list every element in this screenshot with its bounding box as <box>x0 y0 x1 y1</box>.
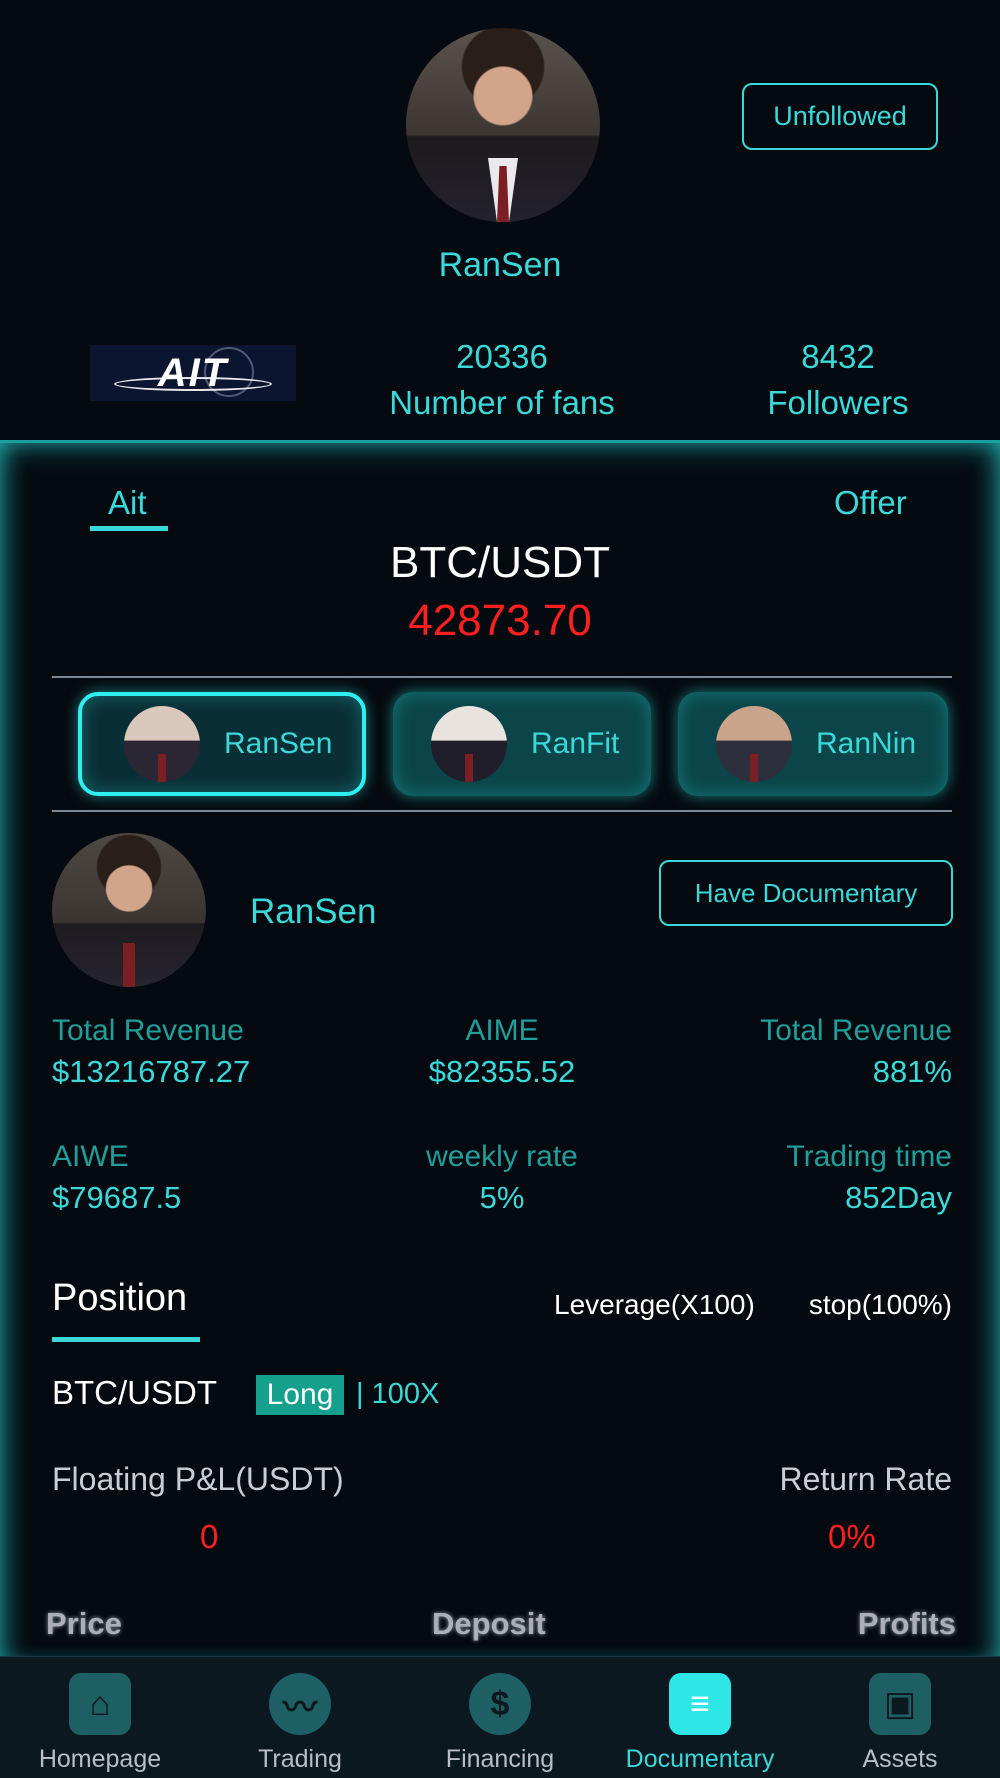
tab-ait[interactable]: Ait <box>108 484 147 522</box>
followers-count: 8432 <box>801 338 875 375</box>
stat-weekly-rate: weekly rate 5% <box>360 1140 644 1216</box>
wallet-icon: ▣ <box>869 1673 931 1735</box>
nav-label: Homepage <box>38 1745 162 1773</box>
trader-detail-avatar <box>52 833 206 987</box>
stat-label: AIWE <box>52 1140 129 1173</box>
stat-total-revenue-rate: Total Revenue 881% <box>760 1014 952 1090</box>
tab-active-indicator <box>90 526 168 531</box>
stat-value: 852Day <box>845 1180 952 1215</box>
followers-label: Followers <box>767 384 909 421</box>
tab-offer[interactable]: Offer <box>834 484 907 522</box>
position-tab-indicator <box>52 1337 200 1342</box>
floating-pl-value: 0 <box>200 1518 219 1555</box>
stat-total-revenue: Total Revenue $13216787.27 <box>52 1014 250 1090</box>
trader-name: RanSen <box>224 727 333 760</box>
trader-card-rannin[interactable]: RanNin <box>678 692 948 796</box>
stat-value: 881% <box>872 1054 952 1089</box>
stat-value: $82355.52 <box>428 1054 576 1089</box>
leverage-label: Leverage(X100) <box>554 1289 755 1320</box>
ticker-pair: BTC/USDT <box>390 538 610 587</box>
stat-value: $13216787.27 <box>52 1054 251 1089</box>
unfollow-button[interactable]: Unfollowed <box>742 83 938 150</box>
position-pair: BTC/USDT <box>52 1374 217 1411</box>
stat-label: Total Revenue <box>760 1014 952 1047</box>
trader-detail-name: RanSen <box>250 892 377 931</box>
divider <box>52 810 952 812</box>
column-deposit: Deposit <box>432 1606 546 1641</box>
return-rate-label: Return Rate <box>779 1461 952 1497</box>
trader-avatar <box>716 706 792 782</box>
stat-aiwe: AIWE $79687.5 <box>52 1140 181 1216</box>
nav-homepage[interactable]: ⌂ Homepage <box>0 1657 200 1778</box>
ticker-price: 42873.70 <box>408 596 592 645</box>
financing-icon: $ <box>469 1673 531 1735</box>
fans-stat: 20336 Number of fans <box>360 334 644 426</box>
nav-label: Financing <box>445 1745 555 1773</box>
profile-avatar <box>406 28 600 222</box>
stop-label: stop(100%) <box>808 1289 952 1320</box>
stat-label: Trading time <box>786 1140 952 1173</box>
trader-name: RanNin <box>816 727 917 760</box>
documentary-icon: ≡ <box>669 1673 731 1735</box>
stat-label: AIME <box>465 1014 539 1047</box>
nav-label: Trading <box>258 1745 342 1773</box>
long-badge: Long <box>256 1375 344 1415</box>
position-title[interactable]: Position <box>52 1277 187 1320</box>
have-documentary-button[interactable]: Have Documentary <box>659 860 953 926</box>
position-multiplier: | 100X <box>356 1378 440 1410</box>
followers-stat: 8432 Followers <box>740 334 936 426</box>
trader-card-ransen[interactable]: RanSen <box>78 692 366 796</box>
trader-card-ranfit[interactable]: RanFit <box>393 692 651 796</box>
nav-documentary[interactable]: ≡ Documentary <box>600 1657 800 1778</box>
stat-trading-time: Trading time 852Day <box>786 1140 952 1216</box>
stat-label: weekly rate <box>426 1140 578 1173</box>
nav-assets[interactable]: ▣ Assets <box>800 1657 1000 1778</box>
trader-avatar <box>124 706 200 782</box>
fans-count: 20336 <box>456 338 548 375</box>
stat-value: 5% <box>479 1180 525 1215</box>
profile-name: RanSen <box>438 246 562 284</box>
trading-icon: 〰 <box>269 1673 331 1735</box>
trader-name: RanFit <box>531 727 620 760</box>
stat-label: Total Revenue <box>52 1014 244 1047</box>
return-rate-value: 0% <box>828 1518 876 1555</box>
column-profits: Profits <box>857 1606 956 1641</box>
fans-label: Number of fans <box>389 384 615 421</box>
nav-financing[interactable]: $ Financing <box>400 1657 600 1778</box>
nav-trading[interactable]: 〰 Trading <box>200 1657 400 1778</box>
trader-avatar <box>431 706 507 782</box>
floating-pl-label: Floating P&L(USDT) <box>52 1461 344 1497</box>
nav-label: Documentary <box>625 1745 775 1773</box>
divider <box>52 676 952 678</box>
nav-label: Assets <box>862 1745 938 1773</box>
column-price: Price <box>46 1606 122 1641</box>
stat-value: $79687.5 <box>52 1180 182 1215</box>
stat-aime: AIME $82355.52 <box>360 1014 644 1090</box>
bottom-nav: ⌂ Homepage 〰 Trading $ Financing ≡ Docum… <box>0 1656 1000 1778</box>
ait-logo: AIT <box>90 345 296 401</box>
home-icon: ⌂ <box>69 1673 131 1735</box>
